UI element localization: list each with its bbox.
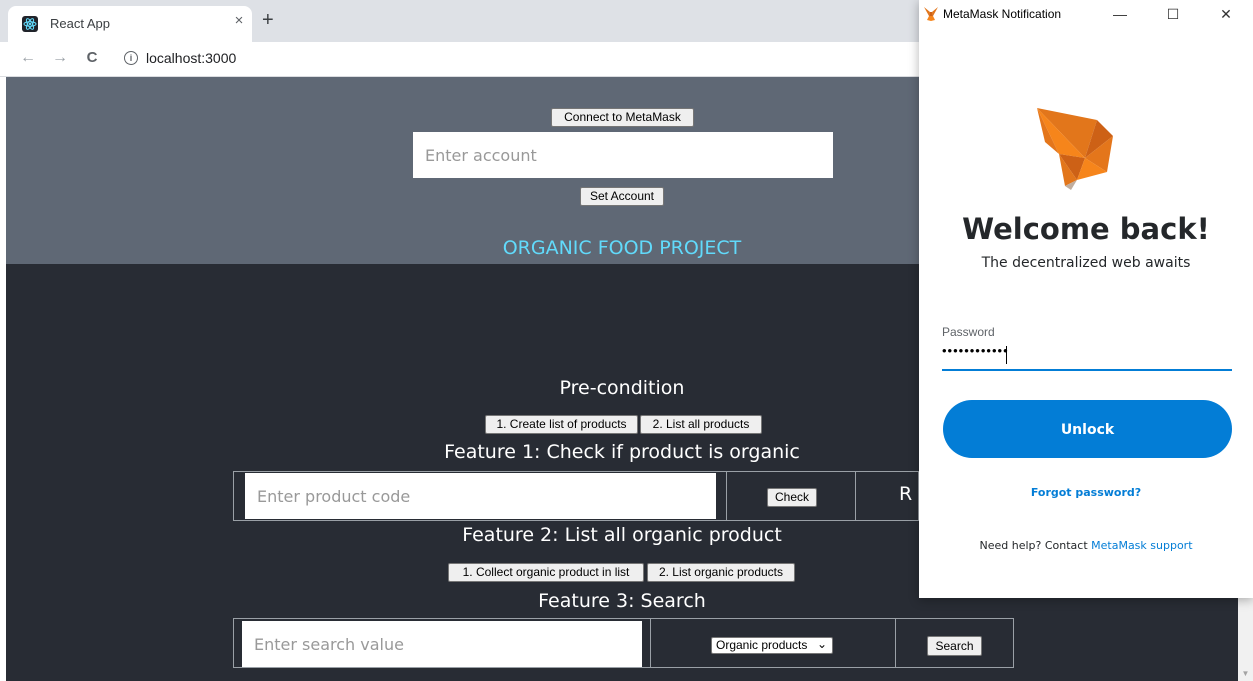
tab-close-icon[interactable]: × <box>230 12 248 30</box>
table-divider <box>726 472 727 520</box>
select-value: Organic products <box>716 638 808 652</box>
metamask-fox-small-icon <box>924 7 938 21</box>
list-organic-button[interactable]: 2. List organic products <box>647 563 795 582</box>
welcome-subtitle: The decentralized web awaits <box>981 255 1191 271</box>
metamask-fox-logo-icon <box>1037 108 1113 190</box>
table-divider <box>895 619 896 667</box>
chevron-down-icon: ⌄ <box>816 637 827 651</box>
welcome-heading: Welcome back! <box>962 212 1210 246</box>
set-account-button[interactable]: Set Account <box>580 187 664 206</box>
reload-icon[interactable]: C <box>82 48 102 68</box>
password-label: Password <box>942 325 995 339</box>
feature3-table: Enter search value Organic products ⌄ Se… <box>233 618 1014 668</box>
feature1-table: Enter product code Check R <box>233 471 919 521</box>
close-window-icon[interactable]: ✕ <box>1209 4 1243 24</box>
maximize-icon[interactable]: ☐ <box>1156 4 1190 24</box>
help-text: Need help? Contact MetaMask support <box>919 539 1253 552</box>
unlock-button[interactable]: Unlock <box>943 400 1232 458</box>
minimize-icon[interactable]: — <box>1103 4 1137 24</box>
site-info-icon[interactable]: i <box>124 51 138 65</box>
list-all-products-button[interactable]: 2. List all products <box>640 415 762 434</box>
table-divider <box>855 472 856 520</box>
search-button[interactable]: Search <box>927 636 982 656</box>
back-arrow-icon[interactable]: ← <box>18 48 38 68</box>
browser-tab[interactable]: React App × <box>8 6 252 42</box>
text-caret <box>1006 346 1007 364</box>
check-button[interactable]: Check <box>767 488 817 507</box>
new-tab-icon[interactable]: + <box>262 10 274 30</box>
tab-title: React App <box>50 16 110 31</box>
metamask-window: MetaMask Notification — ☐ ✕ Welcome back… <box>919 0 1253 598</box>
table-divider <box>650 619 651 667</box>
create-product-list-button[interactable]: 1. Create list of products <box>485 415 638 434</box>
react-favicon-icon <box>22 16 38 32</box>
metamask-titlebar[interactable]: MetaMask Notification — ☐ ✕ <box>919 0 1253 30</box>
result-label: R <box>899 483 913 505</box>
password-input[interactable]: •••••••••••• <box>942 343 1232 371</box>
product-code-input[interactable]: Enter product code <box>245 473 716 519</box>
search-value-input[interactable]: Enter search value <box>242 621 642 667</box>
address-bar[interactable]: localhost:3000 <box>146 50 236 66</box>
metamask-support-link[interactable]: MetaMask support <box>1091 539 1192 552</box>
metamask-window-title: MetaMask Notification <box>943 7 1062 21</box>
forgot-password-link[interactable]: Forgot password? <box>919 486 1253 499</box>
forward-arrow-icon[interactable]: → <box>50 48 70 68</box>
help-prefix: Need help? Contact <box>979 539 1092 552</box>
connect-metamask-button[interactable]: Connect to MetaMask <box>551 108 694 127</box>
account-input[interactable]: Enter account <box>413 132 833 178</box>
scroll-down-icon[interactable]: ▼ <box>1238 667 1253 681</box>
collect-organic-button[interactable]: 1. Collect organic product in list <box>448 563 644 582</box>
search-type-select[interactable]: Organic products ⌄ <box>711 637 833 654</box>
